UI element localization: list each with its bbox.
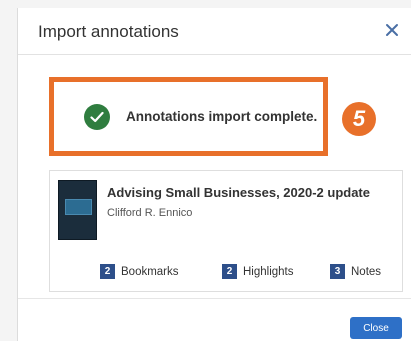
bookmarks-label: Bookmarks [121,265,179,278]
annotation-counts: 2 Bookmarks 2 Highlights 3 Notes [50,264,402,284]
book-author: Clifford R. Ennico [107,207,193,219]
close-icon[interactable] [381,19,403,41]
highlights-label: Highlights [243,265,294,278]
dialog-title: Import annotations [38,22,179,41]
status-message: Annotations import complete. [126,109,318,124]
book-card: Advising Small Businesses, 2020-2 update… [49,170,403,292]
check-circle-icon [84,103,110,130]
notes-label: Notes [351,265,382,278]
highlights-count-badge: 2 [222,264,237,279]
book-cover-image [58,180,97,240]
highlights-count: 2 Highlights [222,264,294,279]
bookmarks-count: 2 Bookmarks [100,264,179,279]
book-title: Advising Small Businesses, 2020-2 update [107,185,370,200]
close-icon-glyph [386,24,398,36]
import-annotations-dialog: Import annotations Annotations import co… [17,8,411,341]
dialog-header: Import annotations [18,8,411,55]
dialog-footer: Close [18,298,411,341]
bookmarks-count-badge: 2 [100,264,115,279]
notes-count: 3 Notes [330,264,381,279]
step-number-badge: 5 [342,102,376,136]
notes-count-badge: 3 [330,264,345,279]
import-status-box: Annotations import complete. [49,77,328,156]
close-button[interactable]: Close [350,317,402,339]
